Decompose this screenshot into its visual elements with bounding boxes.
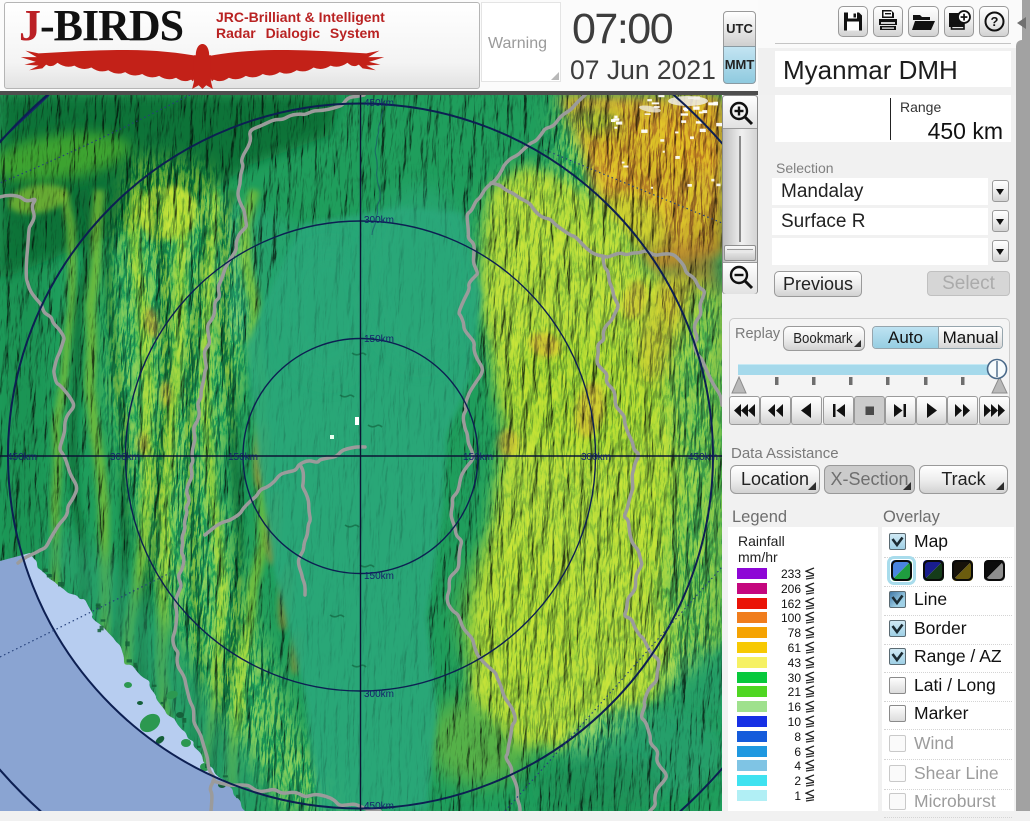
svg-text:150km: 150km xyxy=(228,452,258,463)
svg-text:150km: 150km xyxy=(364,571,394,582)
svg-text:300km: 300km xyxy=(364,689,394,700)
svg-text:450km: 450km xyxy=(364,98,394,109)
svg-text:450km: 450km xyxy=(688,452,718,463)
svg-text:300km: 300km xyxy=(364,215,394,226)
svg-text:300km: 300km xyxy=(110,452,140,463)
svg-text:150km: 150km xyxy=(463,452,493,463)
svg-text:300km: 300km xyxy=(581,452,611,463)
svg-text:150km: 150km xyxy=(364,334,394,345)
svg-text:?: ? xyxy=(991,14,999,29)
svg-text:450km: 450km xyxy=(7,452,37,463)
svg-text:450km: 450km xyxy=(364,801,394,811)
